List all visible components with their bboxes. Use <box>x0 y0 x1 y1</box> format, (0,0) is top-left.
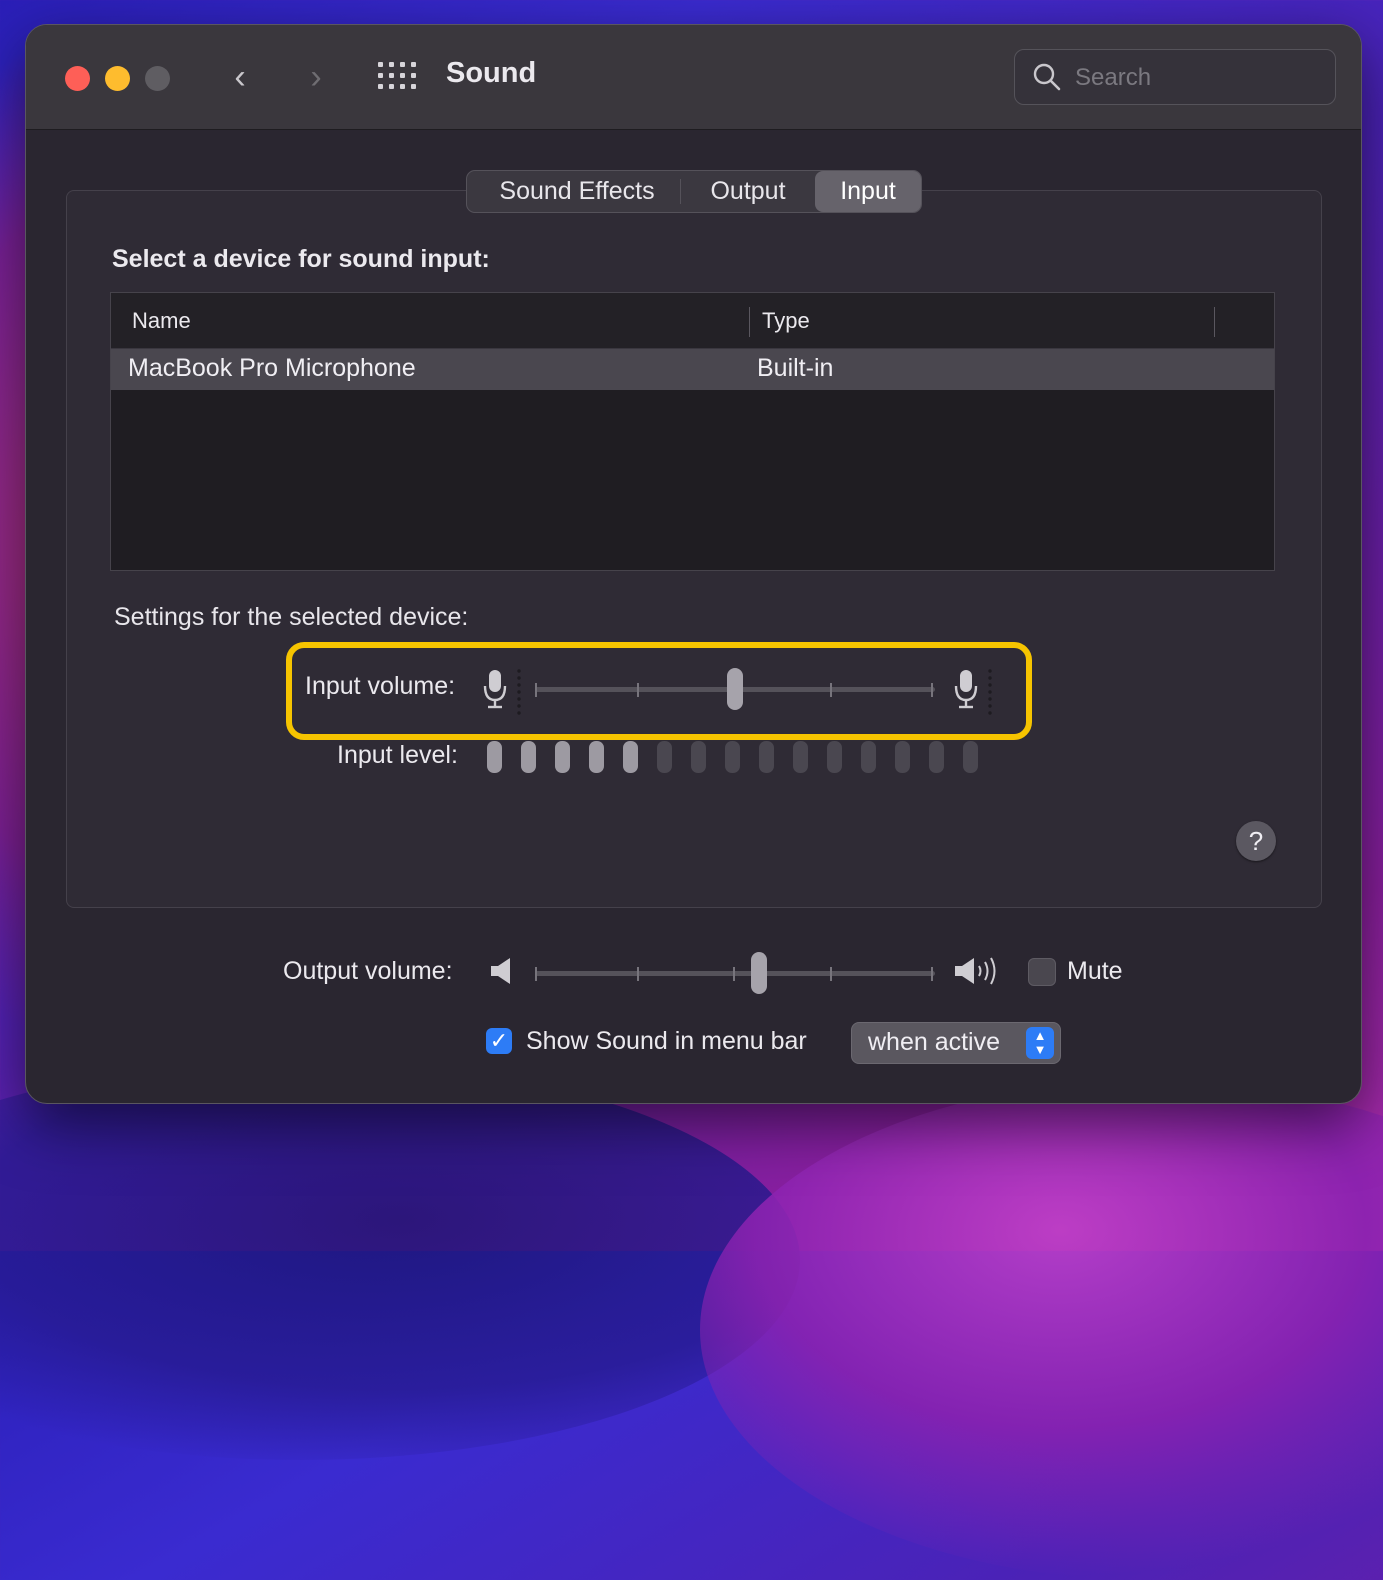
device-type: Built-in <box>757 354 834 382</box>
speaker-low-icon <box>491 958 510 984</box>
column-header-name[interactable]: Name <box>132 308 191 334</box>
input-level-segment <box>929 741 944 773</box>
zoom-button[interactable] <box>145 66 170 91</box>
output-volume-label: Output volume: <box>283 957 453 985</box>
input-level-segment <box>861 741 876 773</box>
output-volume-thumb[interactable] <box>751 952 767 994</box>
tab-input[interactable]: Input <box>815 171 921 212</box>
microphone-high-icon <box>954 669 992 715</box>
menu-bar-mode-value: when active <box>868 1028 1001 1056</box>
input-level-segment <box>589 741 604 773</box>
tab-bar: Sound Effects Output Input <box>466 170 922 213</box>
updown-chevron-icon: ▲ ▼ <box>1026 1027 1054 1059</box>
show-in-menu-bar-checkbox[interactable]: ✓ <box>486 1028 512 1054</box>
input-level-segment <box>555 741 570 773</box>
search-field[interactable]: Search <box>1014 49 1336 105</box>
search-placeholder: Search <box>1075 64 1152 91</box>
window-title: Sound <box>446 57 537 89</box>
input-volume-label: Input volume: <box>305 672 456 700</box>
search-icon <box>1033 63 1061 91</box>
close-button[interactable] <box>65 66 90 91</box>
input-level-segment <box>521 741 536 773</box>
mute-label: Mute <box>1067 957 1123 985</box>
title-bar: ‹ › Sound Search <box>26 25 1361 130</box>
input-level-segment <box>691 741 706 773</box>
input-level-segment <box>827 741 842 773</box>
input-level-label: Input level: <box>337 741 458 769</box>
mute-checkbox[interactable] <box>1028 958 1056 986</box>
input-device-table: Name Type MacBook Pro Microphone Built-i… <box>110 292 1275 571</box>
tab-output[interactable]: Output <box>681 171 815 212</box>
input-level-segment <box>895 741 910 773</box>
input-level-segment <box>657 741 672 773</box>
input-level-segment <box>759 741 774 773</box>
forward-chevron-icon[interactable]: › <box>296 57 336 97</box>
sound-preferences-window: ‹ › Sound Search Sound Effects Output In… <box>25 24 1362 1104</box>
input-level-segment <box>487 741 502 773</box>
table-header: Name Type <box>111 293 1274 349</box>
show-in-menu-bar-label: Show Sound in menu bar <box>526 1027 807 1055</box>
speaker-high-icon <box>955 957 996 985</box>
tab-sound-effects[interactable]: Sound Effects <box>479 171 675 212</box>
input-level-segment <box>725 741 740 773</box>
show-all-grid-icon[interactable] <box>378 62 416 90</box>
input-volume-thumb[interactable] <box>727 668 743 710</box>
menu-bar-mode-popup[interactable]: when active ▲ ▼ <box>851 1022 1061 1064</box>
device-name: MacBook Pro Microphone <box>128 354 416 382</box>
table-row[interactable]: MacBook Pro Microphone Built-in <box>111 349 1274 390</box>
input-level-segment <box>963 741 978 773</box>
help-button[interactable]: ? <box>1236 821 1276 861</box>
input-level-segment <box>793 741 808 773</box>
minimize-button[interactable] <box>105 66 130 91</box>
input-level-segment <box>623 741 638 773</box>
column-header-type[interactable]: Type <box>762 308 810 334</box>
microphone-low-icon <box>483 669 521 715</box>
device-list-heading: Select a device for sound input: <box>112 245 490 273</box>
back-chevron-icon[interactable]: ‹ <box>220 57 260 97</box>
device-settings-heading: Settings for the selected device: <box>114 603 469 631</box>
